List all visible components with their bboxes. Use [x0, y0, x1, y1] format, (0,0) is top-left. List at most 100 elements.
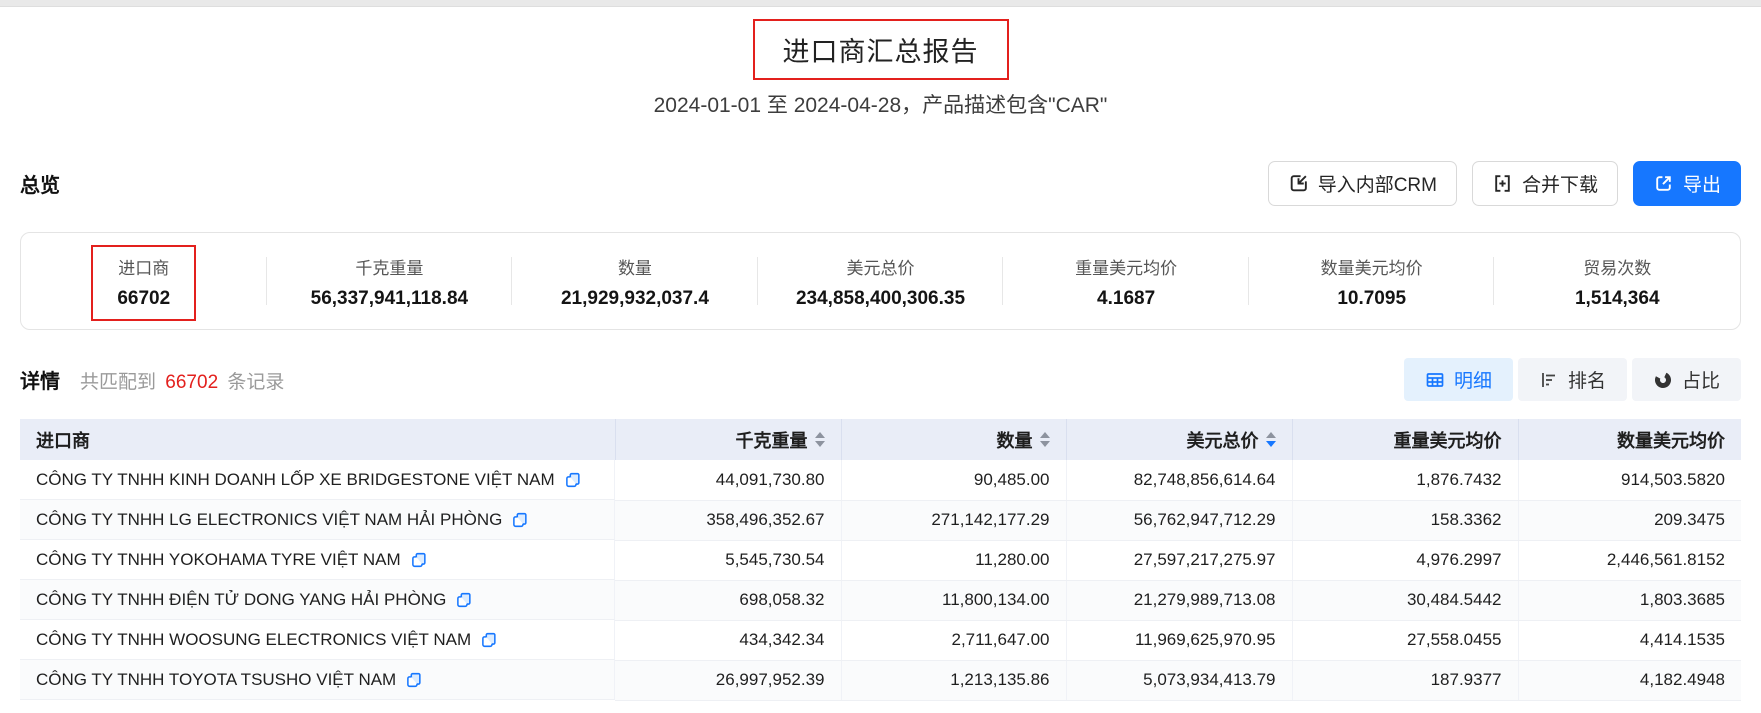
col-importer-label: 进口商	[36, 427, 90, 453]
stat-label: 重量美元均价	[1075, 254, 1177, 279]
sort-carets-icon[interactable]	[1266, 432, 1276, 447]
col-importer: 进口商	[20, 419, 615, 460]
cell-value: 187.9377	[1292, 660, 1518, 700]
cell-value: 90,485.00	[841, 460, 1066, 500]
col-usd-total-label: 美元总价	[1187, 427, 1259, 453]
merge-panes-icon	[1492, 173, 1513, 194]
table-body: CÔNG TY TNHH KINH DOANH LỐP XE BRIDGESTO…	[20, 460, 1741, 700]
cell-value: 11,969,625,970.95	[1066, 620, 1292, 660]
cell-value: 26,997,952.39	[615, 660, 841, 700]
copy-icon[interactable]	[564, 471, 582, 489]
importer-name: CÔNG TY TNHH KINH DOANH LỐP XE BRIDGESTO…	[36, 470, 555, 490]
tab-rank-label: 排名	[1568, 366, 1606, 393]
sort-carets-icon[interactable]	[1040, 432, 1050, 447]
copy-icon[interactable]	[455, 591, 473, 609]
cell-value: 158.3362	[1292, 500, 1518, 540]
detail-heading: 详情	[20, 365, 60, 394]
col-weight[interactable]: 千克重量	[615, 419, 841, 460]
cell-value: 21,279,989,713.08	[1066, 580, 1292, 620]
stat-value: 56,337,941,118.84	[311, 288, 468, 310]
cell-value: 2,711,647.00	[841, 620, 1066, 660]
cell-value: 1,876.7432	[1292, 460, 1518, 500]
cell-value: 27,597,217,275.97	[1066, 540, 1292, 580]
report-header: 进口商汇总报告 2024-01-01 至 2024-04-28，产品描述包含"C…	[0, 7, 1761, 119]
table-row[interactable]: CÔNG TY TNHH LG ELECTRONICS VIỆT NAM HẢI…	[20, 500, 1741, 540]
export-button[interactable]: 导出	[1633, 161, 1741, 206]
col-avg-price-qty-label: 数量美元均价	[1617, 427, 1725, 453]
tab-rank[interactable]: 排名	[1518, 358, 1627, 401]
cell-value: 11,800,134.00	[841, 580, 1066, 620]
stat-label: 进口商	[117, 254, 170, 279]
overview-actions: 导入内部CRM 合并下载 导出	[1268, 161, 1741, 206]
col-avg-price-weight-label: 重量美元均价	[1394, 427, 1502, 453]
importer-name: CÔNG TY TNHH YOKOHAMA TYRE VIỆT NAM	[36, 550, 401, 570]
stat-item: 千克重量 56,337,941,118.84	[267, 252, 513, 310]
merge-download-button[interactable]: 合并下载	[1472, 161, 1618, 206]
stat-value: 66702	[117, 288, 170, 310]
overview-stats-card: 进口商 66702 千克重量 56,337,941,118.84 数量 21,9…	[20, 232, 1741, 330]
cell-value: 698,058.32	[615, 580, 841, 620]
stat-value: 234,858,400,306.35	[796, 288, 965, 310]
cell-value: 30,484.5442	[1292, 580, 1518, 620]
overview-toolbar: 总览 导入内部CRM 合并下载 导出	[0, 161, 1761, 206]
sort-carets-icon[interactable]	[815, 432, 825, 447]
tab-detail-label: 明细	[1454, 366, 1492, 393]
importer-table: 进口商 千克重量 数量 美元总价 重量美元均价 数量美元均价	[20, 419, 1741, 701]
match-prefix: 共匹配到	[80, 372, 156, 393]
tab-detail[interactable]: 明细	[1404, 358, 1513, 401]
cell-value: 1,213,135.86	[841, 660, 1066, 700]
cell-value: 44,091,730.80	[615, 460, 841, 500]
cell-value: 434,342.34	[615, 620, 841, 660]
export-label: 导出	[1683, 170, 1721, 197]
importer-name: CÔNG TY TNHH LG ELECTRONICS VIỆT NAM HẢI…	[36, 510, 502, 530]
cell-value: 5,073,934,413.79	[1066, 660, 1292, 700]
stat-item: 贸易次数 1,514,364	[1494, 252, 1740, 310]
match-count: 66702	[161, 372, 222, 393]
stat-item: 数量 21,929,932,037.4	[512, 252, 758, 310]
stat-value: 1,514,364	[1575, 288, 1660, 310]
stat-label: 美元总价	[796, 254, 965, 279]
cell-value: 1,803.3685	[1518, 580, 1741, 620]
table-row[interactable]: CÔNG TY TNHH KINH DOANH LỐP XE BRIDGESTO…	[20, 460, 1741, 500]
match-suffix: 条记录	[227, 372, 284, 393]
stat-item: 美元总价 234,858,400,306.35	[758, 252, 1004, 310]
cell-value: 2,446,561.8152	[1518, 540, 1741, 580]
table-row[interactable]: CÔNG TY TNHH WOOSUNG ELECTRONICS VIỆT NA…	[20, 620, 1741, 660]
cell-value: 5,545,730.54	[615, 540, 841, 580]
view-tabs: 明细 排名 占比	[1404, 358, 1741, 401]
copy-icon[interactable]	[405, 671, 423, 689]
import-crm-button[interactable]: 导入内部CRM	[1268, 161, 1457, 206]
stat-item: 数量美元均价 10.7095	[1249, 252, 1495, 310]
table-row[interactable]: CÔNG TY TNHH TOYOTA TSUSHO VIỆT NAM 26,9…	[20, 660, 1741, 700]
col-usd-total[interactable]: 美元总价	[1066, 419, 1292, 460]
stat-value: 21,929,932,037.4	[561, 288, 709, 310]
tab-ratio[interactable]: 占比	[1632, 358, 1741, 401]
cell-value: 4,976.2997	[1292, 540, 1518, 580]
col-avg-price-qty: 数量美元均价	[1518, 419, 1741, 460]
pie-donut-icon	[1653, 370, 1673, 390]
stat-label: 数量美元均价	[1321, 254, 1423, 279]
cell-value: 209.3475	[1518, 500, 1741, 540]
col-avg-price-weight: 重量美元均价	[1292, 419, 1518, 460]
import-crm-label: 导入内部CRM	[1318, 170, 1437, 197]
table-grid-icon	[1425, 370, 1445, 390]
stat-item: 进口商 66702	[21, 252, 267, 310]
table-row[interactable]: CÔNG TY TNHH ĐIỆN TỬ DONG YANG HẢI PHÒNG…	[20, 580, 1741, 620]
cell-value: 56,762,947,712.29	[1066, 500, 1292, 540]
stat-item: 重量美元均价 4.1687	[1003, 252, 1249, 310]
cell-value: 271,142,177.29	[841, 500, 1066, 540]
copy-icon[interactable]	[511, 511, 529, 529]
match-summary: 共匹配到 66702 条记录	[80, 367, 284, 394]
stat-value: 10.7095	[1321, 288, 1423, 310]
stat-value: 4.1687	[1075, 288, 1177, 310]
tab-ratio-label: 占比	[1682, 366, 1720, 393]
col-quantity[interactable]: 数量	[841, 419, 1066, 460]
importer-name: CÔNG TY TNHH ĐIỆN TỬ DONG YANG HẢI PHÒNG	[36, 590, 446, 610]
ranking-bars-icon	[1539, 370, 1559, 390]
window-top-strip	[0, 0, 1761, 7]
copy-icon[interactable]	[410, 551, 428, 569]
col-weight-label: 千克重量	[736, 427, 808, 453]
table-row[interactable]: CÔNG TY TNHH YOKOHAMA TYRE VIỆT NAM 5,54…	[20, 540, 1741, 580]
copy-icon[interactable]	[480, 631, 498, 649]
merge-download-label: 合并下载	[1522, 170, 1598, 197]
